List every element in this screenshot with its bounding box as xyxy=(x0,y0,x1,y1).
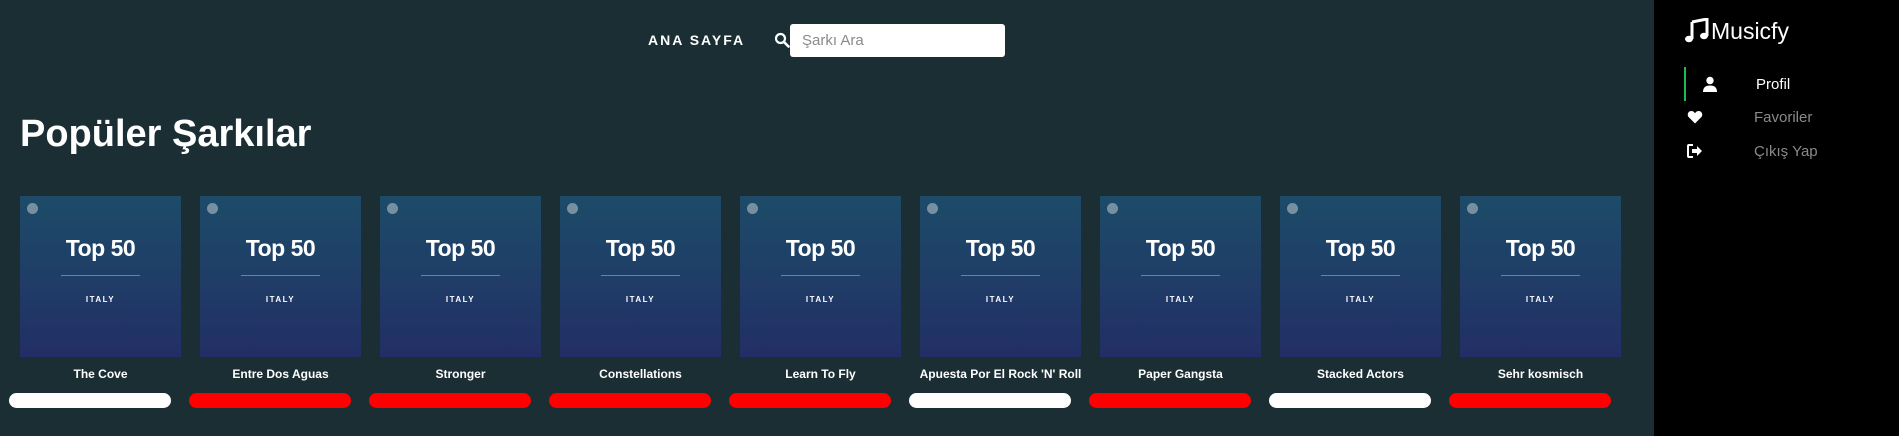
cover-country: ITALY xyxy=(1345,295,1376,304)
cover-country: ITALY xyxy=(265,295,296,304)
album-cover[interactable]: Top 50 ITALY xyxy=(380,196,541,357)
cover-divider xyxy=(601,275,680,276)
spotify-logo-icon xyxy=(207,203,218,214)
cover-country: ITALY xyxy=(1525,295,1556,304)
album-cover[interactable]: Top 50 ITALY xyxy=(920,196,1081,357)
song-card-list: Top 50 ITALY The Cove Top 50 ITALY Entre Dos … xyxy=(0,196,1654,416)
cover-divider xyxy=(1141,275,1220,276)
cover-country: ITALY xyxy=(625,295,656,304)
sidebar-item-profile[interactable]: Profil xyxy=(1684,67,1884,101)
album-cover[interactable]: Top 50 ITALY xyxy=(1460,196,1621,357)
cover-title: Top 50 xyxy=(1145,235,1216,261)
song-title: Sehr kosmisch xyxy=(1497,367,1584,381)
album-cover[interactable]: Top 50 ITALY xyxy=(740,196,901,357)
song-title: The Cove xyxy=(73,367,128,381)
brand-name: Musicfy xyxy=(1711,17,1789,44)
cover-divider xyxy=(421,275,500,276)
favorite-toggle[interactable] xyxy=(909,393,1071,408)
cover-title: Top 50 xyxy=(245,235,316,261)
user-icon xyxy=(1703,76,1717,92)
song-title: Constellations xyxy=(599,367,682,381)
cover-title: Top 50 xyxy=(965,235,1036,261)
cover-divider xyxy=(1321,275,1400,276)
album-cover[interactable]: Top 50 ITALY xyxy=(1280,196,1441,357)
song-card[interactable]: Top 50 ITALY Apuesta Por El Rock 'N' Roll xyxy=(909,196,1081,408)
spotify-logo-icon xyxy=(1107,203,1118,214)
favorite-toggle[interactable] xyxy=(9,393,171,408)
spotify-logo-icon xyxy=(747,203,758,214)
spotify-logo-icon xyxy=(387,203,398,214)
album-cover[interactable]: Top 50 ITALY xyxy=(560,196,721,357)
search-icon xyxy=(774,32,790,48)
spotify-logo-icon xyxy=(567,203,578,214)
song-title: Paper Gangsta xyxy=(1138,367,1223,381)
cover-divider xyxy=(961,275,1040,276)
favorite-toggle[interactable] xyxy=(1089,393,1251,408)
cover-title: Top 50 xyxy=(1505,235,1576,261)
sidebar-item-favorites[interactable]: Favoriler xyxy=(1684,100,1884,134)
sidebar-item-label: Favoriler xyxy=(1754,108,1813,126)
favorite-toggle[interactable] xyxy=(1269,393,1431,408)
spotify-logo-icon xyxy=(1287,203,1298,214)
music-note-icon xyxy=(1685,18,1709,43)
cover-divider xyxy=(1501,275,1580,276)
song-card[interactable]: Top 50 ITALY Constellations xyxy=(549,196,721,408)
song-title: Apuesta Por El Rock 'N' Roll xyxy=(919,367,1082,381)
nav-home-link[interactable]: ANA SAYFA xyxy=(648,32,745,48)
album-cover[interactable]: Top 50 ITALY xyxy=(200,196,361,357)
cover-title: Top 50 xyxy=(785,235,856,261)
cover-divider xyxy=(61,275,140,276)
cover-title: Top 50 xyxy=(65,235,136,261)
song-card[interactable]: Top 50 ITALY Stacked Actors xyxy=(1269,196,1441,408)
song-title: Stronger xyxy=(435,367,486,381)
cover-country: ITALY xyxy=(1165,295,1196,304)
cover-country: ITALY xyxy=(985,295,1016,304)
brand-logo[interactable]: Musicfy xyxy=(1684,16,1789,46)
album-cover[interactable]: Top 50 ITALY xyxy=(1100,196,1261,357)
spotify-logo-icon xyxy=(927,203,938,214)
song-card[interactable]: Top 50 ITALY Learn To Fly xyxy=(729,196,901,408)
song-card[interactable]: Top 50 ITALY Stronger xyxy=(369,196,541,408)
favorite-toggle[interactable] xyxy=(369,393,531,408)
favorite-toggle[interactable] xyxy=(1449,393,1611,408)
cover-country: ITALY xyxy=(445,295,476,304)
page-title: Popüler Şarkılar xyxy=(20,113,312,155)
search-input[interactable] xyxy=(790,24,1005,57)
sidebar-item-label: Profil xyxy=(1756,75,1791,93)
cover-country: ITALY xyxy=(805,295,836,304)
favorite-toggle[interactable] xyxy=(549,393,711,408)
spotify-logo-icon xyxy=(27,203,38,214)
song-title: Entre Dos Aguas xyxy=(232,367,329,381)
song-title: Learn To Fly xyxy=(785,367,856,381)
song-title: Stacked Actors xyxy=(1317,367,1404,381)
main-content: ANA SAYFA Popüler Şarkılar Top 50 ITALY Th… xyxy=(0,0,1654,436)
album-cover[interactable]: Top 50 ITALY xyxy=(20,196,181,357)
cover-title: Top 50 xyxy=(425,235,496,261)
cover-divider xyxy=(241,275,320,276)
cover-title: Top 50 xyxy=(605,235,676,261)
heart-icon xyxy=(1687,111,1703,124)
song-card[interactable]: Top 50 ITALY Sehr kosmisch xyxy=(1449,196,1621,408)
song-card[interactable]: Top 50 ITALY Entre Dos Aguas xyxy=(189,196,361,408)
cover-divider xyxy=(781,275,860,276)
favorite-toggle[interactable] xyxy=(729,393,891,408)
song-card[interactable]: Top 50 ITALY Paper Gangsta xyxy=(1089,196,1261,408)
sign-out-icon xyxy=(1687,144,1702,158)
cover-title: Top 50 xyxy=(1325,235,1396,261)
cover-country: ITALY xyxy=(85,295,116,304)
sidebar-item-logout[interactable]: Çıkış Yap xyxy=(1684,134,1884,168)
favorite-toggle[interactable] xyxy=(189,393,351,408)
spotify-logo-icon xyxy=(1467,203,1478,214)
top-bar: ANA SAYFA xyxy=(0,24,1654,58)
sidebar-item-label: Çıkış Yap xyxy=(1754,142,1818,160)
sidebar: Musicfy Profil Favoriler Çıkış Yap xyxy=(1654,0,1899,436)
song-card[interactable]: Top 50 ITALY The Cove xyxy=(9,196,181,408)
